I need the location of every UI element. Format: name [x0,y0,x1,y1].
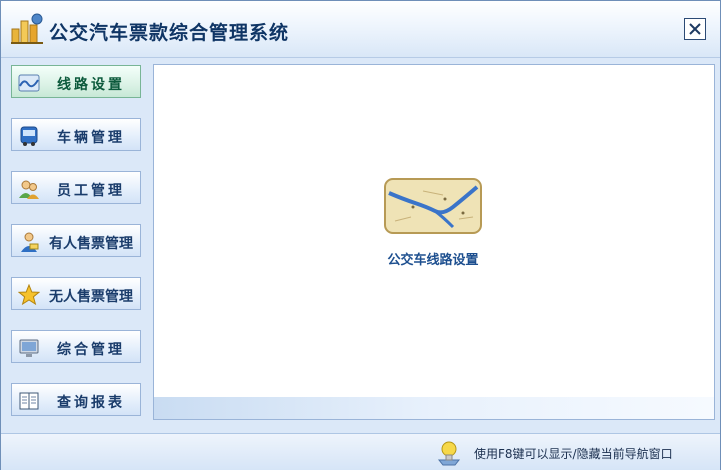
nav-label: 线路设置 [57,77,125,93]
nav-unmanned-ticket-management[interactable]: 无人售票管理 [11,277,141,310]
nav-label: 无人售票管理 [49,289,133,305]
nav-label: 综合管理 [57,342,125,358]
nav-label: 查询报表 [57,395,125,411]
star-icon [17,283,41,306]
ticket-seller-icon [18,231,40,253]
nav-vehicle-management[interactable]: 车辆管理 [11,118,141,151]
close-icon [689,23,701,35]
status-bar: 使用F8键可以显示/隐藏当前导航窗口 [1,433,720,470]
navigation-sidebar: 线路设置 车辆管理 员工管理 有人售票管理 无人售票管理 综合管理 查询报表 [7,63,147,423]
function-item-caption: 公交车线路设置 [387,253,479,268]
route-map-icon [18,72,40,94]
report-book-icon [18,390,40,412]
window-title: 公交汽车票款综合管理系统 [49,22,290,44]
lightbulb-icon [435,438,463,466]
title-bar: 公交汽车票款综合管理系统 [1,1,720,58]
staff-users-icon [18,178,40,200]
nav-route-settings[interactable]: 线路设置 [11,65,141,98]
monitor-icon [18,337,40,359]
route-map-icon [383,177,483,235]
bus-icon [18,125,40,147]
close-button[interactable] [684,18,706,40]
nav-query-reports[interactable]: 查询报表 [11,383,141,416]
status-hint-text: 使用F8键可以显示/隐藏当前导航窗口 [474,447,673,461]
bus-route-settings-item[interactable]: 公交车线路设置 [368,177,488,277]
nav-label: 有人售票管理 [49,236,133,252]
nav-conductor-ticket-management[interactable]: 有人售票管理 [11,224,141,257]
nav-staff-management[interactable]: 员工管理 [11,171,141,204]
nav-label: 员工管理 [57,183,125,199]
nav-label: 车辆管理 [57,130,125,146]
nav-comprehensive-management[interactable]: 综合管理 [11,330,141,363]
app-logo-icon [9,11,45,47]
main-window: 公交汽车票款综合管理系统 线路设置 车辆管理 员工管理 有人售票管理 无人售票管… [0,0,721,470]
content-panel: 公交车线路设置 [153,64,715,420]
content-footer-band [154,397,714,419]
